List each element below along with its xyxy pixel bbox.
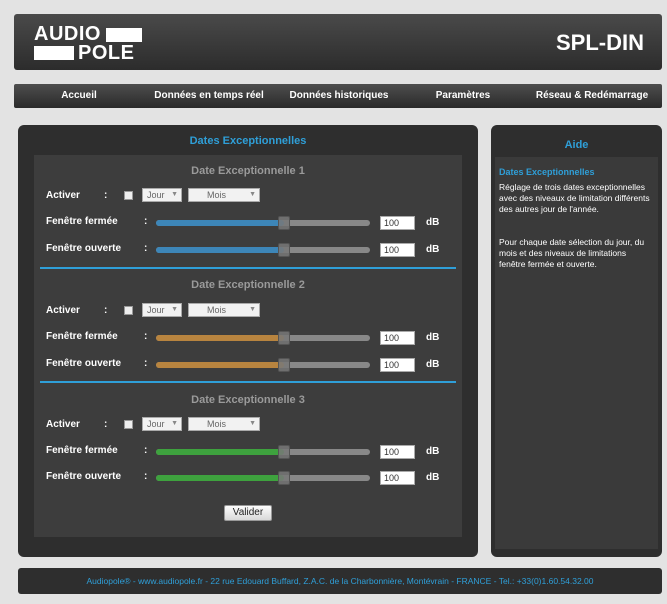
activer-checkbox[interactable] (124, 306, 133, 315)
unit-label: dB (426, 446, 440, 457)
slider-fill (156, 335, 285, 341)
fenetre-ouverte-input[interactable]: 100 (380, 243, 415, 257)
unit-label: dB (426, 217, 440, 228)
fenetre-ouverte-label: Fenêtre ouverte (46, 358, 122, 369)
date-section-3: Date Exceptionnelle 3 Activer : Jour ▼ Mo… (34, 384, 462, 494)
nav-donnees-temps-reel[interactable]: Données en temps réel (144, 84, 274, 108)
activer-checkbox[interactable] (124, 420, 133, 429)
nav-donnees-historiques[interactable]: Données historiques (274, 84, 404, 108)
colon: : (144, 243, 148, 254)
fenetre-fermee-input[interactable]: 100 (380, 331, 415, 345)
colon: : (144, 331, 148, 342)
colon: : (104, 305, 108, 316)
slider-fill (156, 247, 285, 253)
section-title: Date Exceptionnelle 3 (191, 394, 305, 406)
audiopole-logo: AUDIO POLE (34, 23, 146, 64)
date-section-1: Date Exceptionnelle 1 Activer : Jour ▼ Mo… (34, 155, 462, 265)
colon: : (144, 216, 148, 227)
fenetre-ouverte-label: Fenêtre ouverte (46, 471, 122, 482)
section-title: Date Exceptionnelle 1 (191, 165, 305, 177)
fenetre-fermee-input[interactable]: 100 (380, 445, 415, 459)
chevron-down-icon: ▼ (249, 306, 256, 313)
help-panel: Aide Dates Exceptionnelles Réglage de tr… (491, 125, 662, 557)
slider-fill (156, 475, 285, 481)
fenetre-fermee-slider[interactable] (156, 445, 370, 459)
slider-handle[interactable] (278, 331, 291, 345)
main-nav: Accueil Données en temps réel Données hi… (14, 84, 662, 108)
activer-label: Activer (46, 419, 80, 430)
unit-label: dB (426, 359, 440, 370)
colon: : (144, 445, 148, 456)
activer-label: Activer (46, 190, 80, 201)
chevron-down-icon: ▼ (249, 191, 256, 198)
unit-label: dB (426, 332, 440, 343)
slider-handle[interactable] (278, 471, 291, 485)
fenetre-ouverte-input[interactable]: 100 (380, 358, 415, 372)
mois-select[interactable]: Mois ▼ (188, 303, 260, 317)
activer-label: Activer (46, 305, 80, 316)
fenetre-ouverte-input[interactable]: 100 (380, 471, 415, 485)
help-paragraph-1: Réglage de trois dates exceptionnelles a… (499, 182, 650, 214)
colon: : (144, 471, 148, 482)
panel-title: Dates Exceptionnelles (189, 135, 307, 147)
nav-accueil[interactable]: Accueil (14, 84, 144, 108)
nav-reseau-redemarrage[interactable]: Réseau & Redémarrage (522, 84, 662, 108)
fenetre-fermee-slider[interactable] (156, 331, 370, 345)
help-title: Aide (564, 139, 589, 151)
jour-select[interactable]: Jour ▼ (142, 417, 182, 431)
slider-fill (156, 362, 285, 368)
slider-fill (156, 220, 285, 226)
fenetre-fermee-label: Fenêtre fermée (46, 331, 118, 342)
help-paragraph-2: Pour chaque date sélection du jour, du m… (499, 237, 645, 269)
dates-panel: Dates Exceptionnelles Date Exceptionnell… (18, 125, 478, 557)
slider-handle[interactable] (278, 243, 291, 257)
fenetre-ouverte-label: Fenêtre ouverte (46, 243, 122, 254)
date-section-2: Date Exceptionnelle 2 Activer : Jour ▼ Mo… (34, 269, 462, 379)
section-title: Date Exceptionnelle 2 (191, 279, 305, 291)
mois-select[interactable]: Mois ▼ (188, 417, 260, 431)
valider-button[interactable]: Valider (224, 505, 272, 521)
slider-handle[interactable] (278, 216, 291, 230)
fenetre-ouverte-slider[interactable] (156, 243, 370, 257)
dates-form: Date Exceptionnelle 1 Activer : Jour ▼ Mo… (34, 155, 462, 537)
fenetre-ouverte-slider[interactable] (156, 358, 370, 372)
chevron-down-icon: ▼ (171, 420, 178, 427)
unit-label: dB (426, 472, 440, 483)
chevron-down-icon: ▼ (171, 306, 178, 313)
unit-label: dB (426, 244, 440, 255)
footer: Audiopole® - www.audiopole.fr - 22 rue E… (18, 568, 662, 594)
slider-handle[interactable] (278, 445, 291, 459)
fenetre-fermee-label: Fenêtre fermée (46, 216, 118, 227)
slider-handle[interactable] (278, 358, 291, 372)
jour-select[interactable]: Jour ▼ (142, 303, 182, 317)
fenetre-ouverte-slider[interactable] (156, 471, 370, 485)
fenetre-fermee-slider[interactable] (156, 216, 370, 230)
logo-text-top: AUDIO (34, 23, 101, 45)
nav-parametres[interactable]: Paramètres (404, 84, 522, 108)
colon: : (104, 190, 108, 201)
mois-select[interactable]: Mois ▼ (188, 188, 260, 202)
colon: : (104, 419, 108, 430)
jour-select[interactable]: Jour ▼ (142, 188, 182, 202)
logo-text-bottom: POLE (78, 42, 135, 64)
device-name: SPL-DIN (556, 30, 644, 55)
help-subtitle: Dates Exceptionnelles (499, 167, 595, 177)
activer-checkbox[interactable] (124, 191, 133, 200)
fenetre-fermee-label: Fenêtre fermée (46, 445, 118, 456)
help-content: Dates Exceptionnelles Réglage de trois d… (495, 157, 658, 549)
header-bar: AUDIO POLE SPL-DIN (14, 14, 662, 70)
chevron-down-icon: ▼ (249, 420, 256, 427)
slider-fill (156, 449, 285, 455)
chevron-down-icon: ▼ (171, 191, 178, 198)
fenetre-fermee-input[interactable]: 100 (380, 216, 415, 230)
colon: : (144, 358, 148, 369)
section-divider (40, 381, 456, 383)
